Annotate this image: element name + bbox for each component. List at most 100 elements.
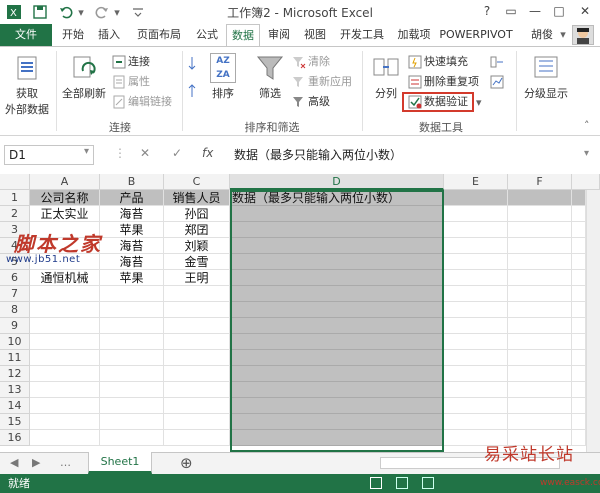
cell[interactable] — [572, 270, 586, 286]
cell[interactable] — [508, 318, 572, 334]
row-header[interactable]: 12 — [0, 366, 30, 382]
name-box[interactable]: D1 — [4, 145, 94, 165]
cell[interactable] — [572, 382, 586, 398]
tab-home[interactable]: 开始 — [56, 24, 90, 46]
column-header-e[interactable]: E — [444, 174, 508, 190]
cell[interactable] — [230, 366, 444, 382]
scroll-sheets-right-icon[interactable]: ▶ — [32, 456, 40, 469]
cell[interactable]: 海苔 — [100, 238, 164, 254]
column-header-c[interactable]: C — [164, 174, 230, 190]
redo-icon[interactable] — [94, 4, 110, 20]
cell[interactable] — [30, 430, 100, 446]
cell[interactable] — [230, 302, 444, 318]
account-name[interactable]: 胡俊 — [528, 24, 556, 46]
cell[interactable] — [100, 430, 164, 446]
cell[interactable] — [30, 318, 100, 334]
tab-view[interactable]: 视图 — [298, 24, 332, 46]
cell[interactable] — [164, 286, 230, 302]
ribbon-display-options-button[interactable]: ▭ — [500, 2, 522, 20]
cell[interactable] — [100, 350, 164, 366]
new-sheet-button[interactable]: ⊕ — [180, 454, 193, 472]
cell[interactable] — [100, 302, 164, 318]
cell[interactable] — [30, 302, 100, 318]
cell[interactable] — [572, 190, 586, 206]
cell[interactable] — [508, 302, 572, 318]
cell[interactable] — [572, 350, 586, 366]
properties-button[interactable]: 属性 — [112, 73, 150, 91]
tab-formulas[interactable]: 公式 — [190, 24, 224, 46]
cell[interactable] — [444, 382, 508, 398]
cell[interactable]: 郑囝 — [164, 222, 230, 238]
tab-file[interactable]: 文件 — [0, 24, 52, 46]
row-header[interactable]: 2 — [0, 206, 30, 222]
tab-developer[interactable]: 开发工具 — [334, 24, 390, 46]
clear-filter-button[interactable]: 清除 — [292, 53, 330, 71]
cell[interactable] — [508, 414, 572, 430]
sort-descending-button[interactable] — [188, 83, 204, 101]
cell[interactable] — [508, 206, 572, 222]
cell[interactable] — [444, 286, 508, 302]
row-header[interactable]: 1 — [0, 190, 30, 206]
cell[interactable] — [230, 430, 444, 446]
row-header[interactable]: 8 — [0, 302, 30, 318]
cell[interactable] — [444, 222, 508, 238]
tab-page-layout[interactable]: 页面布局 — [130, 24, 188, 46]
undo-dropdown-icon[interactable]: ▾ — [76, 4, 86, 20]
cell[interactable]: 王明 — [164, 270, 230, 286]
cell[interactable] — [444, 302, 508, 318]
flash-fill-button[interactable]: 快速填充 — [408, 53, 468, 71]
close-button[interactable]: ✕ — [574, 2, 596, 20]
cell[interactable] — [230, 286, 444, 302]
help-button[interactable]: ? — [476, 2, 498, 20]
page-layout-view-icon[interactable] — [396, 477, 408, 489]
row-header[interactable]: 15 — [0, 414, 30, 430]
column-header-f[interactable]: F — [508, 174, 572, 190]
cell[interactable] — [444, 190, 508, 206]
cell[interactable] — [100, 414, 164, 430]
cell[interactable] — [164, 366, 230, 382]
cell[interactable] — [100, 318, 164, 334]
cell[interactable] — [230, 334, 444, 350]
what-if-analysis-button[interactable] — [490, 73, 506, 91]
cell[interactable] — [572, 334, 586, 350]
cell[interactable] — [100, 286, 164, 302]
cell[interactable] — [230, 350, 444, 366]
cell[interactable] — [444, 414, 508, 430]
cell[interactable] — [508, 286, 572, 302]
row-header[interactable]: 10 — [0, 334, 30, 350]
cell[interactable]: 数据（最多只能输入两位小数） — [230, 190, 444, 206]
scroll-sheets-left-icon[interactable]: ◀ — [10, 456, 18, 469]
data-validation-dropdown-icon[interactable]: ▾ — [476, 94, 482, 112]
cell[interactable] — [230, 206, 444, 222]
cell[interactable] — [30, 398, 100, 414]
column-header-d[interactable]: D — [230, 174, 444, 190]
refresh-all-button[interactable]: 全部刷新 — [60, 53, 108, 101]
normal-view-icon[interactable] — [370, 477, 382, 489]
cell[interactable] — [572, 366, 586, 382]
cell[interactable] — [444, 238, 508, 254]
cell[interactable] — [164, 414, 230, 430]
cell[interactable] — [230, 382, 444, 398]
cell[interactable] — [100, 382, 164, 398]
tab-data[interactable]: 数据 — [226, 24, 260, 47]
cell[interactable] — [444, 270, 508, 286]
cell[interactable] — [508, 366, 572, 382]
cell[interactable] — [164, 398, 230, 414]
cell[interactable] — [444, 254, 508, 270]
cell[interactable] — [508, 334, 572, 350]
cell[interactable] — [100, 366, 164, 382]
cell[interactable] — [508, 254, 572, 270]
cell[interactable] — [444, 206, 508, 222]
cell[interactable] — [230, 254, 444, 270]
redo-dropdown-icon[interactable]: ▾ — [112, 4, 122, 20]
row-header[interactable]: 13 — [0, 382, 30, 398]
sort-ascending-button[interactable] — [188, 55, 204, 73]
cell[interactable] — [508, 222, 572, 238]
consolidate-button[interactable] — [490, 53, 506, 71]
reapply-button[interactable]: 重新应用 — [292, 73, 352, 91]
cell[interactable] — [164, 318, 230, 334]
more-sheets-icon[interactable]: … — [60, 456, 71, 469]
maximize-button[interactable]: □ — [548, 2, 570, 20]
formula-input[interactable]: 数据（最多只能输入两位小数） — [228, 145, 596, 165]
cell[interactable] — [164, 302, 230, 318]
